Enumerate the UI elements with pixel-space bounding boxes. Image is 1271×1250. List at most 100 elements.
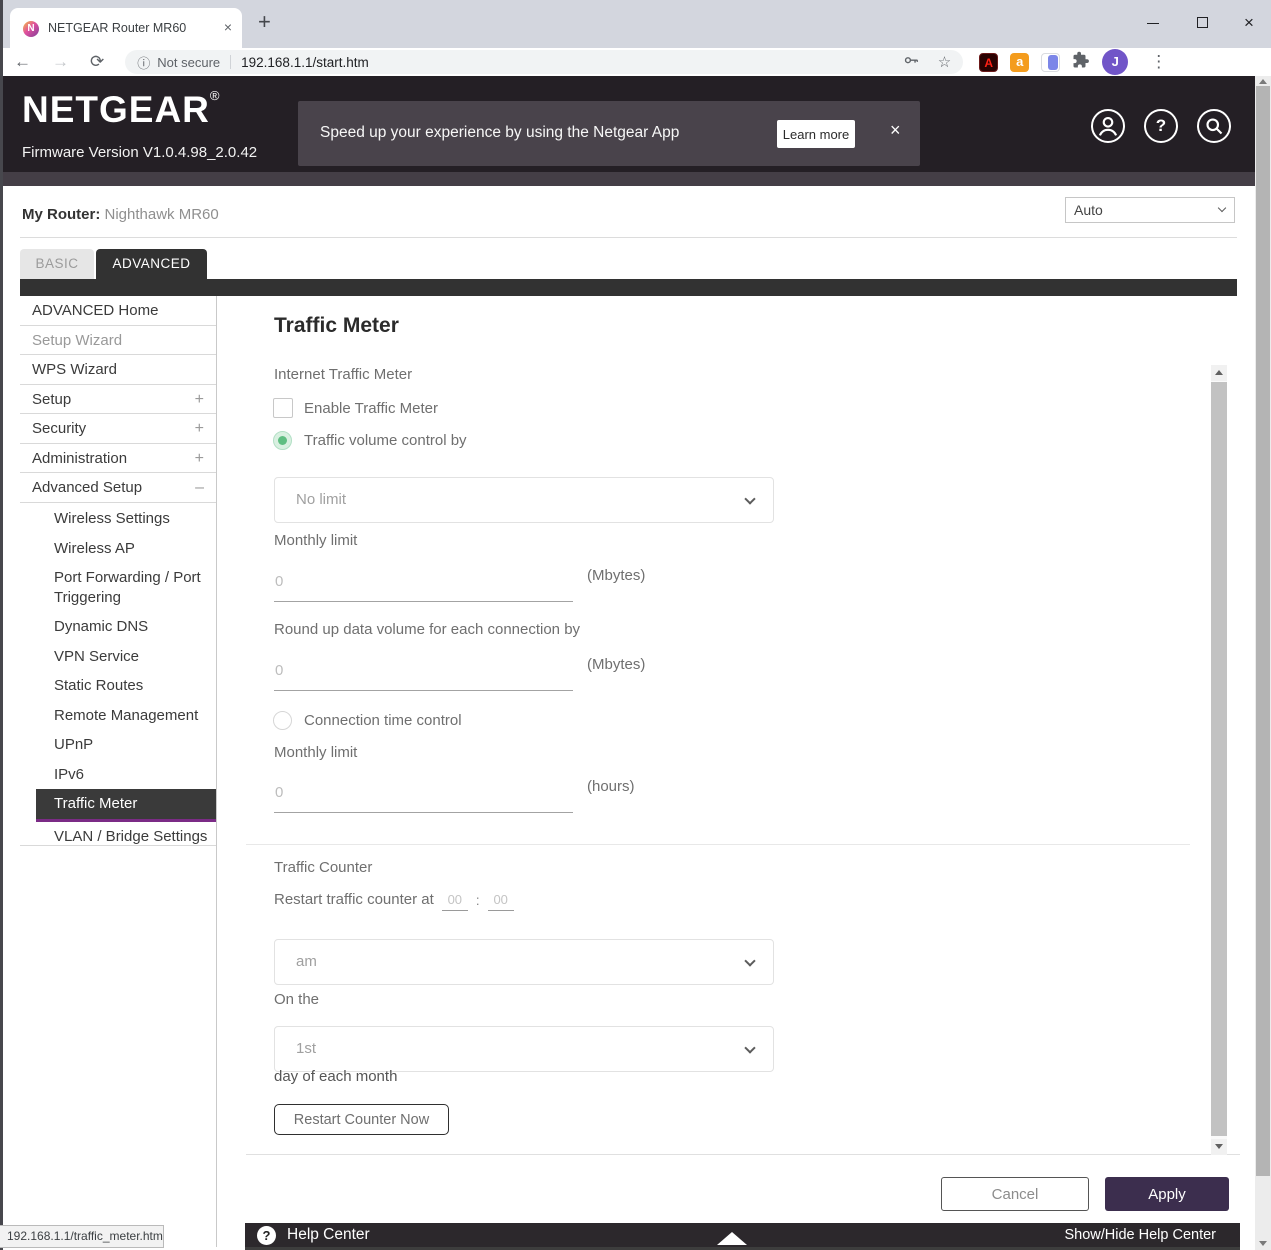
tab-basic[interactable]: BASIC: [20, 249, 94, 279]
help-center-bar[interactable]: ? Help Center Show/Hide Help Center: [245, 1223, 1240, 1248]
restart-minute-input[interactable]: [488, 888, 514, 911]
sidebar-item-vpn-service[interactable]: VPN Service: [20, 642, 216, 672]
browser-menu-icon[interactable]: ⋮: [1150, 52, 1167, 72]
window-close-button[interactable]: ×: [1228, 0, 1270, 46]
sidebar-item-setup[interactable]: Setup+: [20, 385, 216, 415]
enable-traffic-meter-checkbox[interactable]: [273, 398, 293, 418]
new-tab-button[interactable]: +: [258, 9, 271, 35]
connection-time-label: Connection time control: [304, 712, 462, 729]
hours-unit: (hours): [587, 778, 635, 795]
monthly-limit-input[interactable]: [274, 560, 573, 602]
scroll-down-button[interactable]: [1211, 1139, 1227, 1155]
account-button[interactable]: [1091, 109, 1125, 143]
day-of-month-label: day of each month: [274, 1068, 397, 1085]
promo-banner: Speed up your experience by using the Ne…: [298, 101, 920, 166]
content-bottom-divider: [246, 1154, 1240, 1155]
router-name: Nighthawk MR60: [105, 206, 219, 223]
tabs-dark-bar: [20, 279, 1237, 296]
user-icon: [1093, 111, 1123, 141]
collapse-minus-icon[interactable]: –: [195, 473, 204, 502]
monthly-limit-hours-input[interactable]: [274, 771, 573, 813]
sidebar-item-static-routes[interactable]: Static Routes: [20, 671, 216, 701]
sidebar-item-traffic-meter[interactable]: Traffic Meter: [36, 789, 216, 822]
sidebar-item-wireless-ap[interactable]: Wireless AP: [20, 534, 216, 564]
router-bar-divider: [20, 237, 1237, 238]
sidebar-submenu: Wireless Settings Wireless AP Port Forwa…: [20, 504, 216, 851]
traffic-volume-radio[interactable]: [273, 431, 292, 450]
search-button[interactable]: [1197, 109, 1231, 143]
maximize-icon: [1197, 17, 1208, 28]
chevron-down-icon: [744, 493, 755, 504]
traffic-volume-label: Traffic volume control by: [304, 432, 467, 449]
page-title: Traffic Meter: [274, 314, 399, 338]
extensions-row: A a J ⋮: [979, 49, 1167, 75]
banner-close-icon[interactable]: ×: [890, 120, 901, 141]
browser-scrollbar-thumb[interactable]: [1256, 86, 1270, 1176]
sidebar-item-ipv6[interactable]: IPv6: [20, 760, 216, 790]
day-dropdown[interactable]: 1st: [274, 1026, 774, 1072]
blue-extension-icon[interactable]: [1041, 53, 1060, 72]
address-bar[interactable]: ⓘ Not secure 192.168.1.1/start.htm ☆: [125, 50, 963, 74]
reload-icon[interactable]: ⟳: [90, 52, 104, 72]
sidebar-item-remote-management[interactable]: Remote Management: [20, 701, 216, 731]
sidebar-item-dynamic-dns[interactable]: Dynamic DNS: [20, 612, 216, 642]
scroll-up-button[interactable]: [1211, 365, 1227, 381]
volume-limit-dropdown[interactable]: No limit: [274, 477, 774, 523]
sidebar-item-wps-wizard[interactable]: WPS Wizard: [20, 355, 216, 385]
restart-counter-label: Restart traffic counter at: [274, 889, 434, 911]
netgear-logo: NETGEAR®: [22, 88, 221, 131]
restart-counter-button[interactable]: Restart Counter Now: [274, 1104, 449, 1135]
forward-icon[interactable]: →: [52, 52, 69, 72]
tab-advanced[interactable]: ADVANCED: [96, 249, 207, 279]
amazon-extension-icon[interactable]: a: [1010, 53, 1029, 72]
sidebar-item-advanced-setup[interactable]: Advanced Setup–: [20, 473, 216, 503]
mode-dropdown[interactable]: Auto: [1065, 197, 1235, 223]
window-minimize-button[interactable]: [1132, 0, 1174, 46]
app-header-substrip: [0, 172, 1271, 186]
triangle-up-icon: [1215, 370, 1223, 375]
expand-plus-icon[interactable]: +: [195, 444, 204, 473]
sidebar-item-administration[interactable]: Administration+: [20, 444, 216, 474]
sidebar-item-setup-wizard[interactable]: Setup Wizard: [20, 326, 216, 356]
help-expand-triangle-icon[interactable]: [717, 1232, 747, 1245]
learn-more-button[interactable]: Learn more: [777, 120, 855, 148]
sidebar-item-upnp[interactable]: UPnP: [20, 730, 216, 760]
ampm-dropdown[interactable]: am: [274, 939, 774, 985]
restart-hour-input[interactable]: [442, 888, 468, 911]
time-colon: :: [476, 889, 480, 911]
apply-button[interactable]: Apply: [1105, 1177, 1229, 1211]
on-the-label: On the: [274, 991, 319, 1008]
sidebar-item-wireless-settings[interactable]: Wireless Settings: [20, 504, 216, 534]
expand-plus-icon[interactable]: +: [195, 414, 204, 443]
info-icon[interactable]: ⓘ: [137, 53, 150, 72]
content-scrollbar[interactable]: [1211, 365, 1227, 1155]
mbytes-unit: (Mbytes): [587, 567, 645, 584]
sidebar-item-advanced-home[interactable]: ADVANCED Home: [20, 296, 216, 326]
bookmark-star-icon[interactable]: ☆: [938, 53, 951, 71]
back-icon[interactable]: ←: [14, 52, 31, 72]
show-hide-help-toggle[interactable]: Show/Hide Help Center: [1064, 1227, 1216, 1243]
chevron-down-icon: [744, 1042, 755, 1053]
internet-traffic-meter-label: Internet Traffic Meter: [274, 366, 412, 383]
roundup-input[interactable]: [274, 649, 573, 691]
adobe-extension-icon[interactable]: A: [979, 53, 998, 72]
profile-avatar[interactable]: J: [1102, 49, 1128, 75]
not-secure-label: Not secure: [157, 55, 220, 70]
cancel-button[interactable]: Cancel: [941, 1177, 1089, 1211]
connection-time-radio[interactable]: [273, 711, 292, 730]
tab-close-icon[interactable]: ×: [224, 19, 232, 35]
netgear-favicon-icon: N: [23, 21, 39, 37]
sidebar-item-security[interactable]: Security+: [20, 414, 216, 444]
content-scrollbar-thumb[interactable]: [1211, 382, 1227, 1136]
window-maximize-button[interactable]: [1182, 0, 1224, 46]
sidebar-item-vlan-bridge[interactable]: VLAN / Bridge Settings: [20, 822, 216, 852]
browser-tab[interactable]: N NETGEAR Router MR60 ×: [10, 8, 242, 48]
expand-plus-icon[interactable]: +: [195, 385, 204, 414]
my-router-prefix: My Router:: [22, 206, 100, 223]
key-icon[interactable]: [903, 51, 920, 73]
browser-scrollbar[interactable]: [1255, 76, 1271, 1250]
extensions-puzzle-icon[interactable]: [1072, 51, 1090, 74]
help-button[interactable]: ?: [1144, 109, 1178, 143]
registered-mark: ®: [210, 88, 221, 103]
sidebar-item-port-forwarding[interactable]: Port Forwarding / Port Triggering: [20, 563, 216, 612]
